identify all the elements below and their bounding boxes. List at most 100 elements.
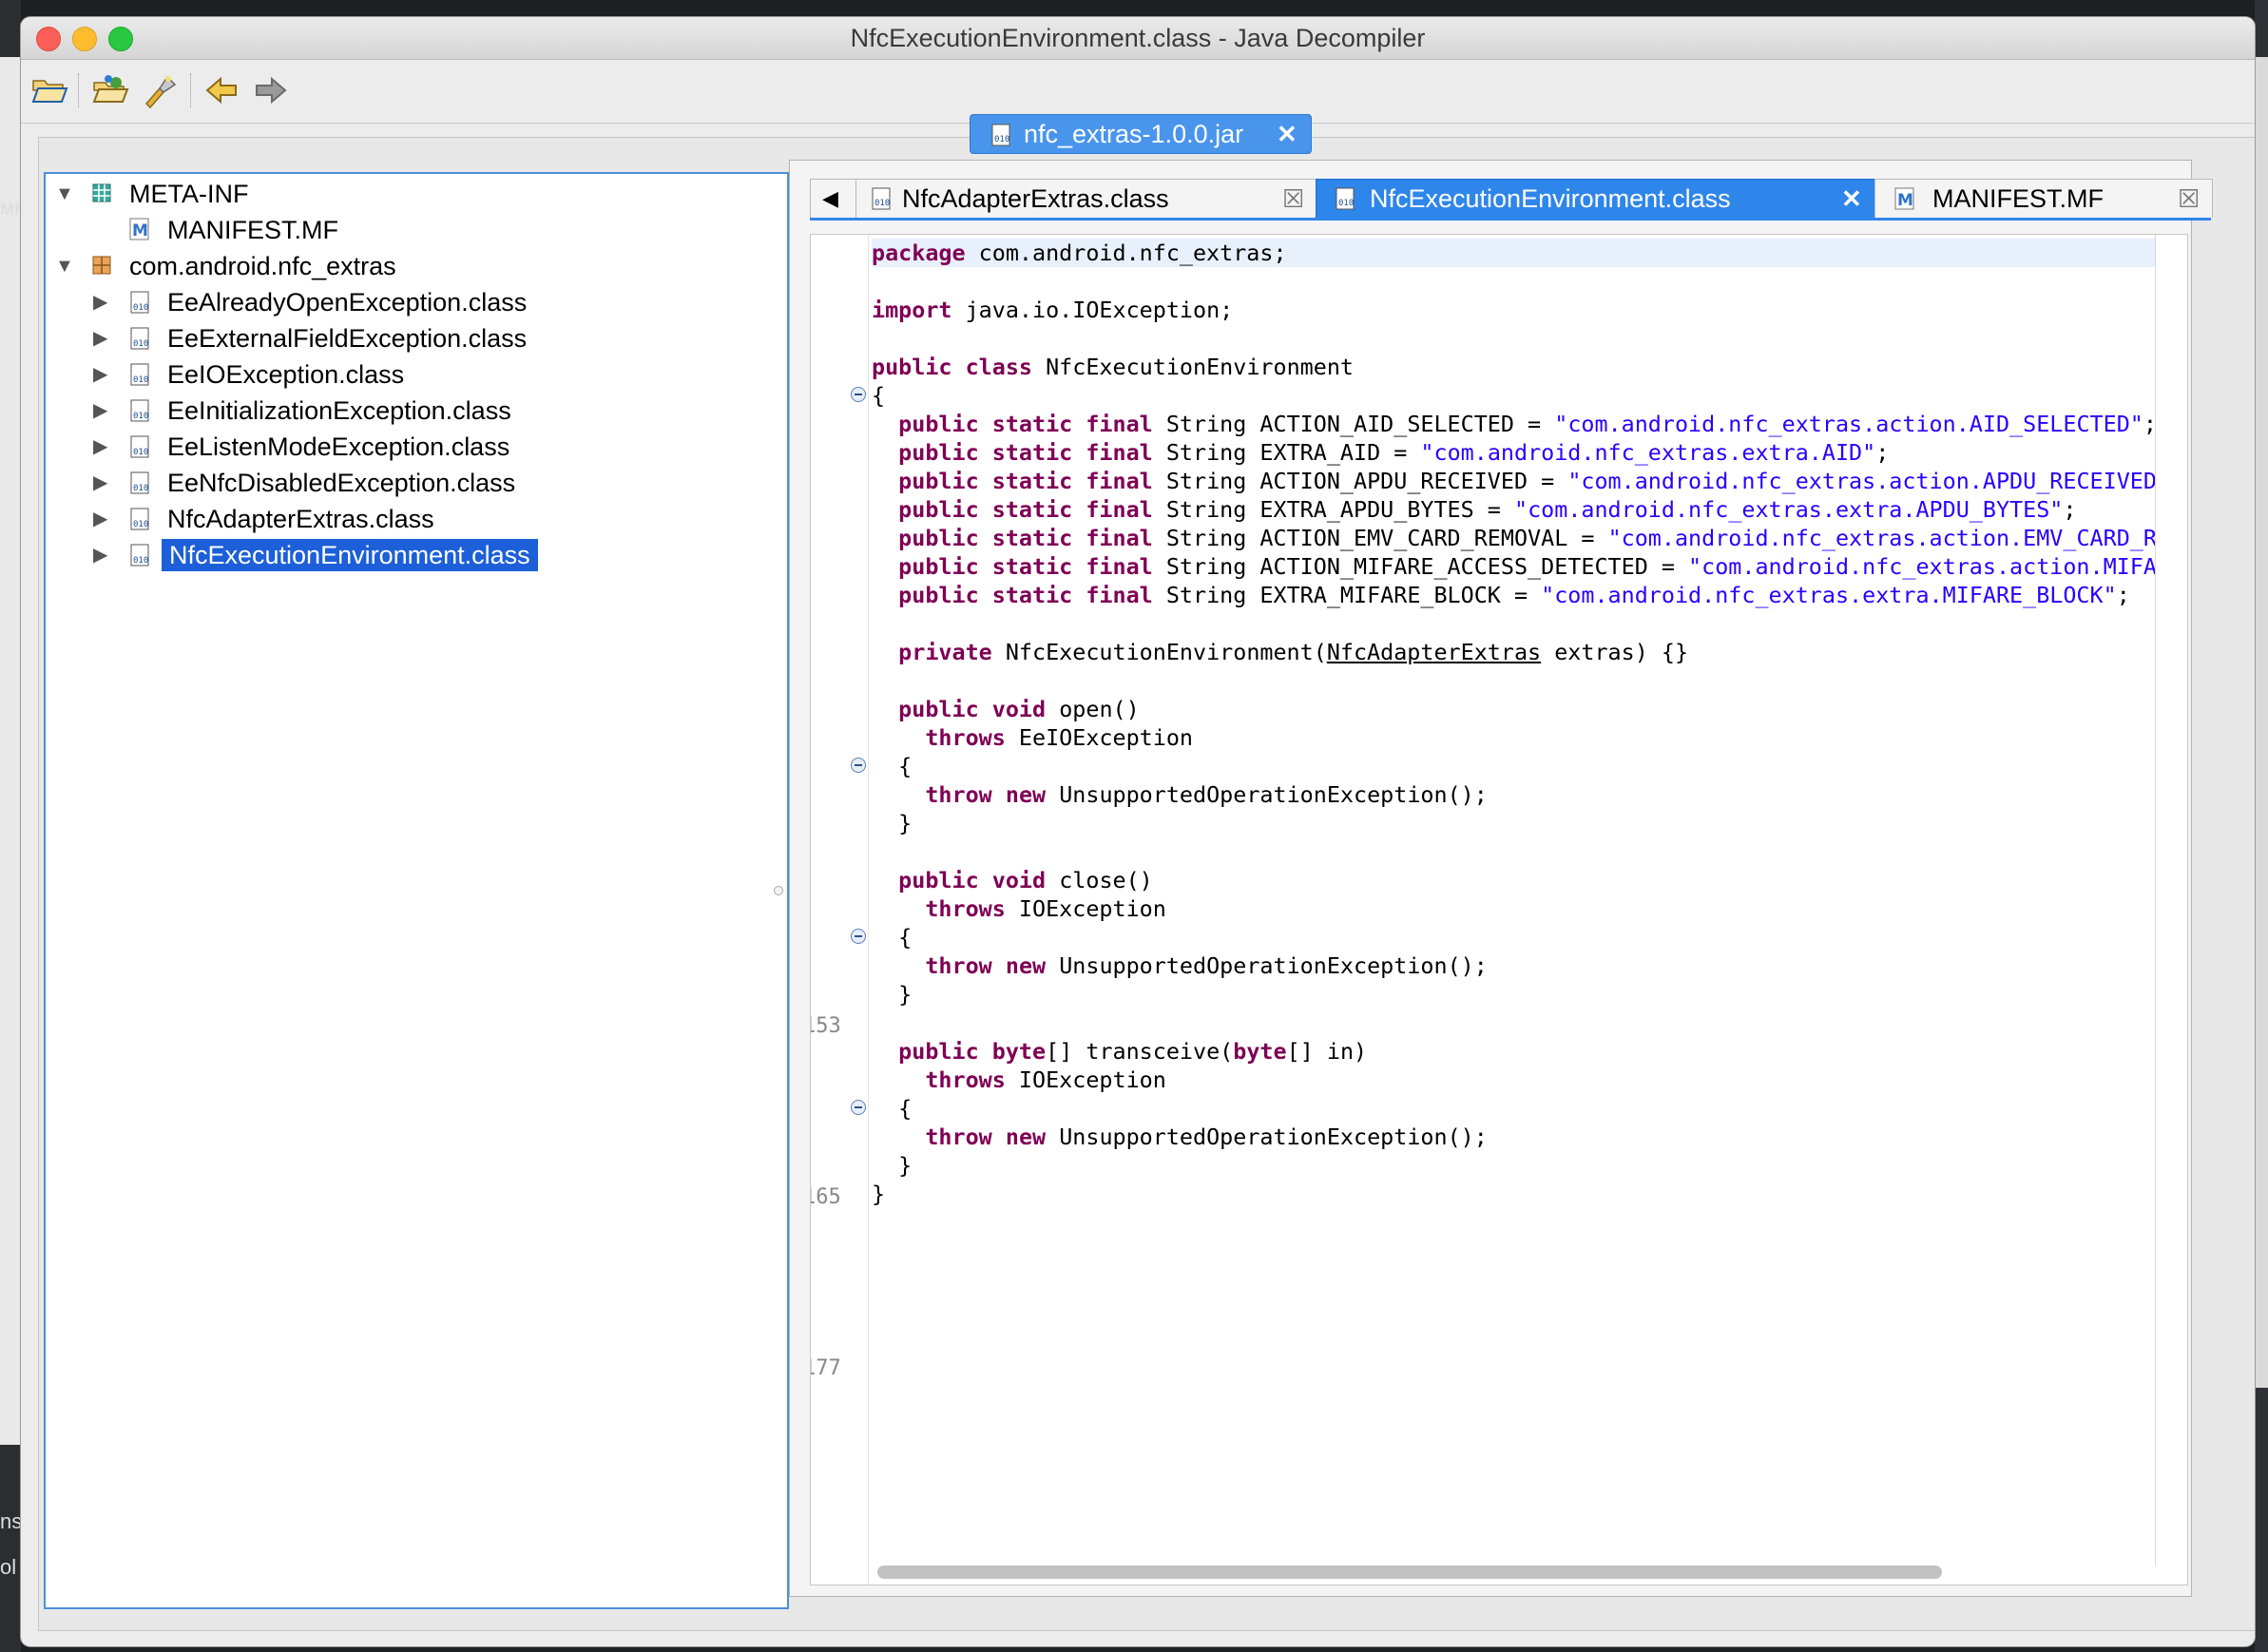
open-type-icon (92, 75, 129, 103)
code-line: private NfcExecutionEnvironment(NfcAdapt… (898, 639, 1689, 665)
expand-arrow-icon[interactable]: ▶ (93, 467, 107, 499)
expand-arrow-icon[interactable]: ▶ (93, 539, 107, 571)
tree-node-class[interactable]: ▶ 010 EeIOException.class (93, 358, 663, 391)
code-line: public static final String EXTRA_APDU_BY… (898, 496, 2077, 523)
tab-nfc-adapter-extras[interactable]: 010 NfcAdapterExtras.class ☒ (855, 179, 1317, 218)
code-line: import java.io.IOException; (872, 297, 1234, 323)
tree-node-class[interactable]: ▶ 010 EeAlreadyOpenException.class (93, 286, 663, 318)
horizontal-scrollbar[interactable] (868, 1562, 2155, 1581)
active-tab-underline (810, 218, 2211, 221)
horizontal-scrollbar-thumb[interactable] (877, 1566, 1942, 1579)
tree-node-class[interactable]: ▶ 010 EeInitializationException.class (93, 394, 663, 427)
tab-label: NfcExecutionEnvironment.class (1370, 184, 1731, 213)
code-line: { (898, 753, 913, 779)
tab-manifest[interactable]: M MANIFEST.MF ☒ (1874, 179, 2213, 218)
tree-node-label: NfcAdapterExtras.class (167, 505, 434, 533)
tree-node-label: META-INF (129, 180, 249, 208)
expand-arrow-icon[interactable]: ▶ (93, 503, 107, 535)
class-file-icon: 010 (130, 399, 149, 422)
flashlight-search-icon (144, 75, 177, 109)
expand-arrow-icon[interactable]: ▶ (93, 286, 107, 318)
class-file-icon: 010 (1336, 187, 1355, 210)
tree-node-label: EeExternalFieldException.class (167, 324, 528, 353)
jar-tab-close-button[interactable]: ✕ (1277, 115, 1297, 153)
code-line: } (898, 1152, 913, 1179)
tab-nfc-execution-environment[interactable]: 010 NfcExecutionEnvironment.class ✕ (1316, 179, 1876, 218)
tree-node-class[interactable]: ▶ 010 NfcAdapterExtras.class (93, 503, 663, 535)
back-button[interactable] (202, 69, 243, 111)
svg-text:010: 010 (133, 303, 148, 313)
code-line: { (898, 924, 913, 951)
expand-arrow-icon[interactable]: ▼ (55, 250, 74, 282)
minimize-window-button[interactable] (72, 27, 97, 51)
type-link[interactable]: NfcAdapterExtras (1327, 639, 1541, 665)
tree-node-class[interactable]: ▶ 010 EeListenModeException.class (93, 431, 663, 463)
fold-toggle-icon[interactable] (851, 1100, 866, 1115)
line-number: 177 (811, 1356, 841, 1380)
tree-node-class[interactable]: ▶ 010 NfcExecutionEnvironment.class (93, 539, 663, 571)
background-text: мм (0, 196, 21, 220)
code-line: throws IOException (925, 1066, 1166, 1093)
close-window-button[interactable] (36, 27, 61, 51)
folder-grid-icon (92, 183, 111, 202)
source-code: package com.android.nfc_extras; import j… (872, 239, 2155, 1569)
tree-node-class[interactable]: ▶ 010 EeNfcDisabledException.class (93, 467, 663, 499)
code-line: public static final String EXTRA_MIFARE_… (898, 582, 2130, 608)
manifest-file-icon: M (129, 218, 149, 240)
expand-arrow-icon[interactable]: ▶ (93, 322, 107, 355)
jar-tab[interactable]: 010 nfc_extras-1.0.0.jar ✕ (970, 114, 1312, 154)
expand-arrow-icon[interactable]: ▼ (55, 178, 74, 210)
tree-node-class[interactable]: ▶ 010 EeExternalFieldException.class (93, 322, 663, 355)
svg-text:010: 010 (133, 412, 148, 421)
code-line: public static final String ACTION_EMV_CA… (898, 525, 2155, 551)
title-bar: NfcExecutionEnvironment.class - Java Dec… (21, 17, 2255, 60)
forward-arrow-icon (256, 76, 287, 105)
open-type-button[interactable] (89, 69, 131, 111)
code-line: throw new UnsupportedOperationException(… (925, 1124, 1488, 1150)
expand-arrow-icon[interactable]: ▶ (93, 358, 107, 391)
tree-node-package[interactable]: ▼ com.android.nfc_extras (55, 250, 625, 282)
tab-label: MANIFEST.MF (1932, 184, 2104, 213)
tree-node-label: EeListenModeException.class (167, 432, 510, 461)
code-line: } (898, 810, 913, 836)
background-window-right (2255, 57, 2268, 1388)
search-button[interactable] (139, 69, 181, 111)
tree-node-meta-inf[interactable]: ▼ META-INF (55, 178, 530, 210)
splitter-handle[interactable] (774, 886, 783, 895)
toolbar-separator (190, 73, 193, 107)
forward-button[interactable] (249, 69, 291, 111)
expand-arrow-icon[interactable]: ▶ (93, 394, 107, 427)
code-editor[interactable]: 153 165 177 package com.android.nfc_extr… (810, 234, 2188, 1585)
code-line: public class NfcExecutionEnvironment (872, 354, 1354, 380)
jar-tab-label: nfc_extras-1.0.0.jar (1024, 120, 1244, 148)
svg-text:010: 010 (1338, 199, 1354, 208)
tree-node-manifest[interactable]: M MANIFEST.MF (93, 214, 568, 246)
tab-close-button[interactable]: ☒ (1282, 180, 1304, 218)
code-line: { (872, 382, 886, 409)
tree-node-label: EeNfcDisabledException.class (167, 469, 516, 497)
code-line: throws IOException (925, 895, 1166, 922)
window-title: NfcExecutionEnvironment.class - Java Dec… (850, 24, 1426, 52)
svg-text:010: 010 (133, 556, 148, 566)
expand-arrow-icon[interactable]: ▶ (93, 431, 107, 463)
class-file-icon: 010 (130, 291, 149, 314)
class-file-icon: 010 (130, 471, 149, 494)
tab-close-button[interactable]: ✕ (1841, 180, 1862, 218)
line-gutter: 153 165 177 (811, 235, 869, 1585)
fold-toggle-icon[interactable] (851, 758, 866, 773)
open-file-button[interactable] (29, 69, 70, 111)
tree-node-label: MANIFEST.MF (167, 216, 338, 244)
fold-toggle-icon[interactable] (851, 387, 866, 402)
tree-node-label: NfcExecutionEnvironment.class (162, 539, 538, 571)
tab-close-button[interactable]: ☒ (2178, 180, 2200, 218)
svg-text:M: M (1897, 191, 1913, 210)
class-file-icon: 010 (991, 124, 1010, 146)
package-icon (92, 256, 111, 275)
tree-node-label: com.android.nfc_extras (129, 252, 396, 280)
code-line: public void close() (898, 867, 1153, 893)
tab-scroll-left-button[interactable]: ◀ (810, 179, 857, 218)
fold-toggle-icon[interactable] (851, 929, 866, 944)
svg-text:M: M (132, 221, 148, 240)
back-arrow-icon (205, 76, 237, 105)
zoom-window-button[interactable] (108, 27, 133, 51)
